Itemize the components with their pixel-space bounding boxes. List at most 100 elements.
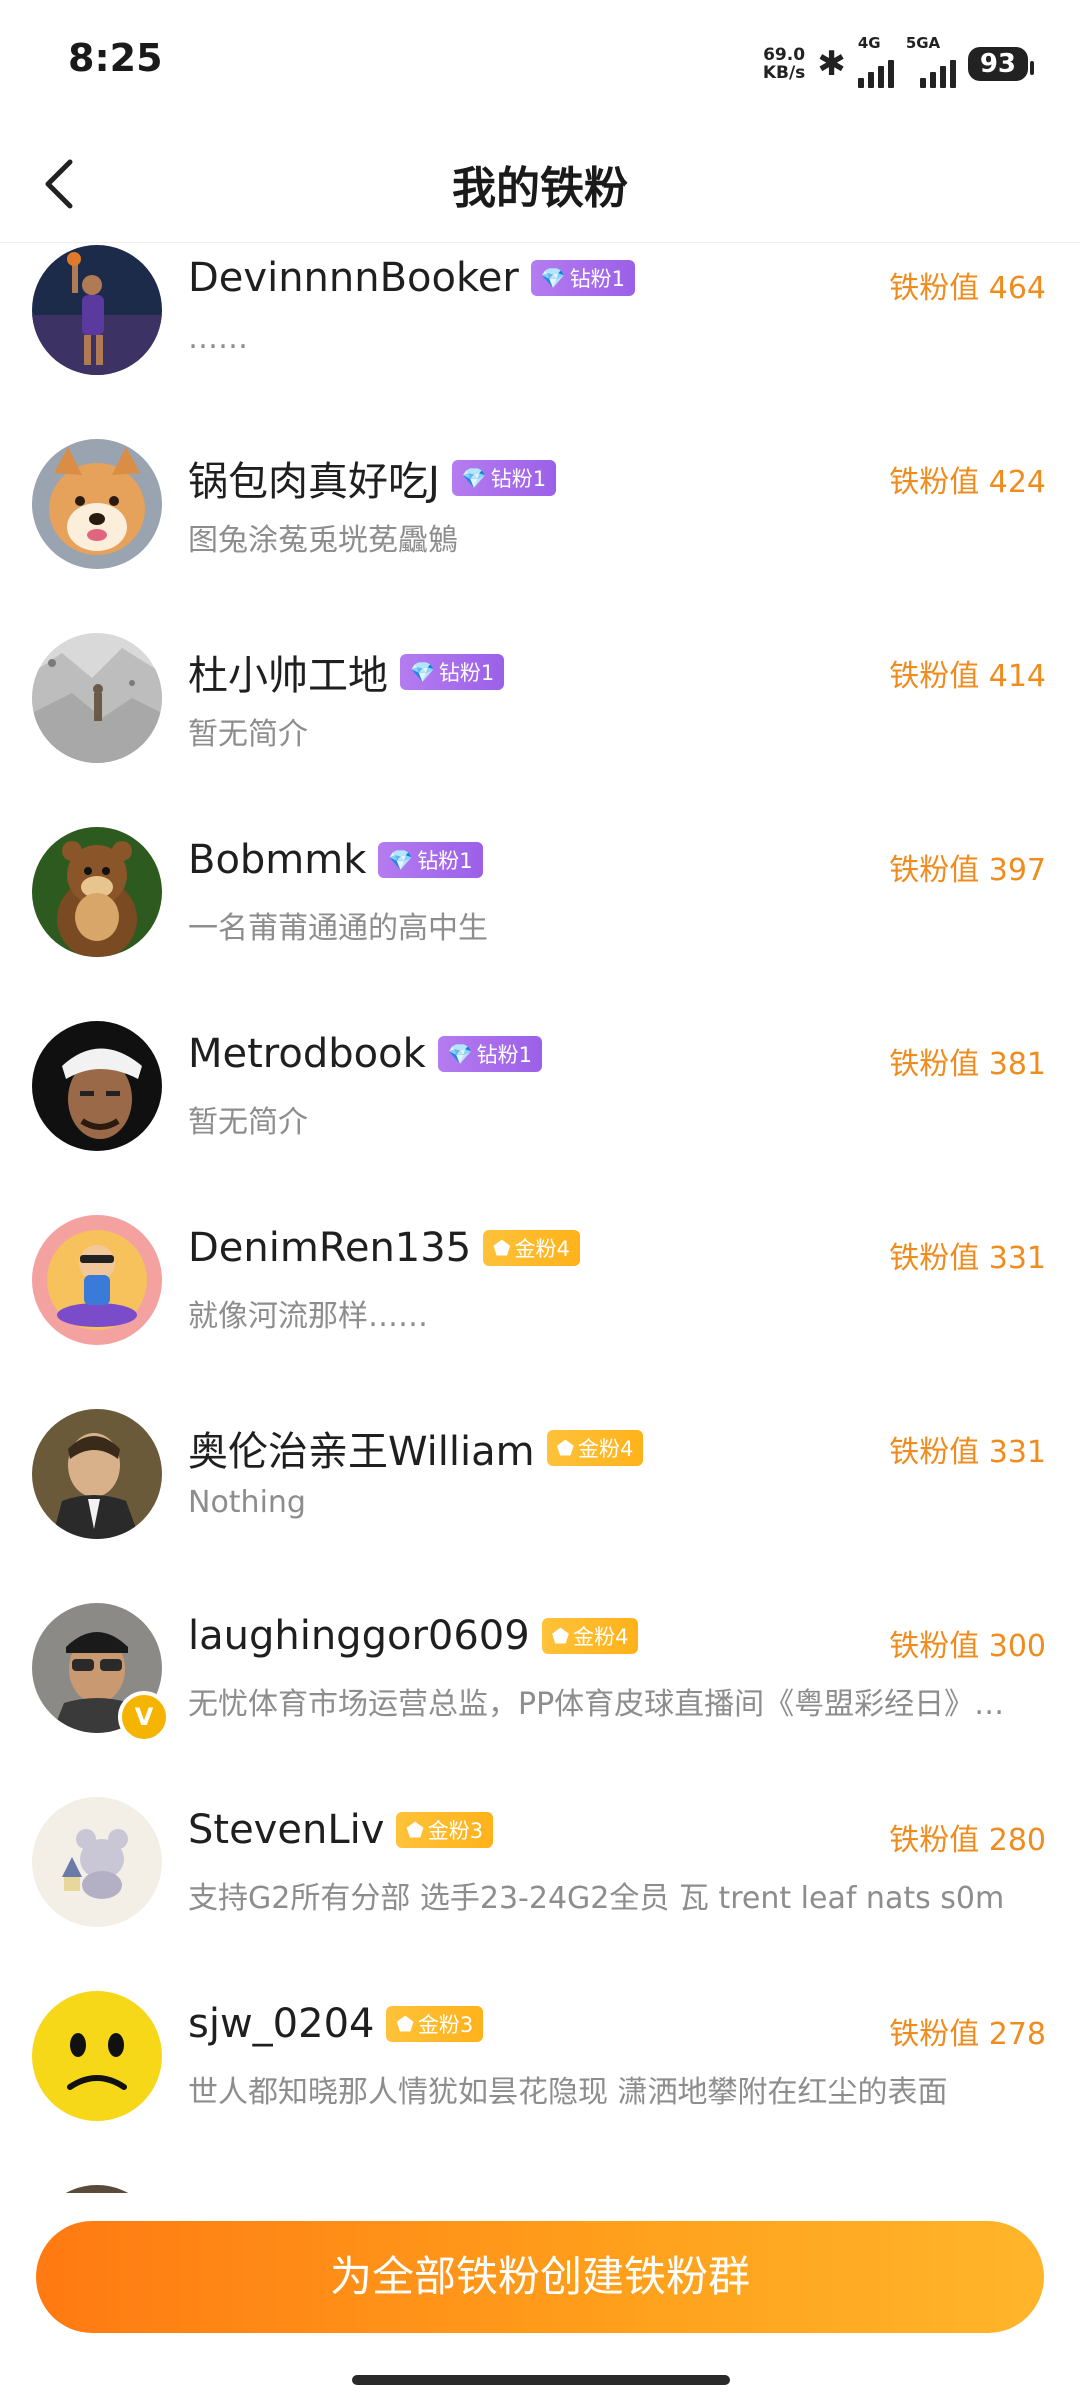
name-row: laughinggor0609 ⬟ 金粉4	[188, 1613, 639, 1659]
badge-label: 钻粉1	[569, 267, 626, 291]
fan-score: 铁粉值 331	[889, 1435, 1046, 1470]
badge-label: 钻粉1	[476, 1043, 533, 1067]
fan-item[interactable]: DevinnnnBooker 💎 钻粉1 …… 铁粉值 464	[0, 245, 1080, 439]
fan-bio: 一名莆莆通通的高中生	[188, 911, 488, 946]
name-row: Bobmmk 💎 钻粉1	[188, 837, 483, 883]
avatar[interactable]	[32, 1215, 162, 1345]
fan-name: laughinggor0609	[188, 1613, 530, 1659]
fan-item-partial[interactable]	[0, 2185, 1080, 2193]
signal-4g-icon: 4G	[857, 34, 894, 88]
avatar[interactable]	[32, 439, 162, 569]
fan-name: 锅包肉真好吃J	[188, 459, 440, 505]
status-bar: 8:25 69.0 KB/s ✱ 4G 5GA 93	[0, 0, 1080, 130]
fan-name: DevinnnnBooker	[188, 255, 519, 301]
badge-label: 钻粉1	[438, 661, 495, 685]
badge-label: 金粉3	[417, 2013, 474, 2037]
page-header: 我的铁粉	[0, 130, 1080, 243]
diamond-icon: 💎	[540, 266, 566, 290]
fan-bio: ……	[188, 321, 248, 356]
fan-bio: 图兔涂菟兎垙莬飍鵵	[188, 523, 458, 558]
create-fan-group-button[interactable]: 为全部铁粉创建铁粉群	[36, 2221, 1044, 2333]
name-row: StevenLiv ⬟ 金粉3	[188, 1807, 494, 1853]
fan-level-badge: 💎 钻粉1	[378, 842, 483, 878]
fan-item[interactable]: sjw_0204 ⬟ 金粉3 世人都知晓那人情犹如昙花隐现 潇洒地攀附在红尘的表…	[0, 1991, 1080, 2185]
avatar[interactable]	[32, 2185, 162, 2193]
network-speed-value: 69.0	[763, 45, 806, 65]
fan-item[interactable]: 杜小帅工地 💎 钻粉1 暂无简介 铁粉值 414	[0, 633, 1080, 827]
fan-name: Metrodbook	[188, 1031, 426, 1077]
avatar[interactable]	[32, 1991, 162, 2121]
avatar[interactable]	[32, 1409, 162, 1539]
diamond-icon: 💎	[461, 466, 487, 490]
fan-bio: 就像河流那样……	[188, 1299, 428, 1334]
fan-score: 铁粉值 280	[889, 1823, 1046, 1858]
avatar[interactable]	[32, 827, 162, 957]
badge-label: 金粉3	[427, 1819, 484, 1843]
fan-bio: 暂无简介	[188, 717, 308, 752]
fan-score: 铁粉值 414	[889, 659, 1046, 694]
fan-score: 铁粉值 278	[889, 2017, 1046, 2052]
name-row: sjw_0204 ⬟ 金粉3	[188, 2001, 484, 2047]
avatar[interactable]	[32, 1797, 162, 1927]
signal-4g-label: 4G	[857, 34, 881, 52]
fan-bio: 无忧体育市场运营总监，PP体育皮球直播间《粤盟彩经日》…	[188, 1687, 1005, 1722]
diamond-icon: 💎	[388, 848, 414, 872]
fan-item[interactable]: Bobmmk 💎 钻粉1 一名莆莆通通的高中生 铁粉值 397	[0, 827, 1080, 1021]
gold-gem-icon: ⬟	[551, 1624, 570, 1648]
badge-label: 金粉4	[514, 1237, 570, 1261]
fan-name: 奥伦治亲王William	[188, 1429, 535, 1475]
fan-level-badge: 💎 钻粉1	[451, 460, 557, 496]
name-row: DevinnnnBooker 💎 钻粉1	[188, 255, 636, 301]
fan-score: 铁粉值 300	[889, 1629, 1046, 1664]
fan-name: 杜小帅工地	[188, 653, 388, 699]
avatar[interactable]	[32, 1021, 162, 1151]
fan-item[interactable]: 锅包肉真好吃J 💎 钻粉1 图兔涂菟兎垙莬飍鵵 铁粉值 424	[0, 439, 1080, 633]
home-indicator[interactable]	[352, 2375, 730, 2385]
fan-bio: Nothing	[188, 1485, 306, 1520]
network-speed: 69.0 KB/s	[763, 46, 805, 82]
gold-gem-icon: ⬟	[493, 1236, 511, 1260]
fan-score: 铁粉值 381	[889, 1047, 1046, 1082]
fan-item[interactable]: StevenLiv ⬟ 金粉3 支持G2所有分部 选手23-24G2全员 瓦 t…	[0, 1797, 1080, 1991]
fan-list[interactable]: DevinnnnBooker 💎 钻粉1 …… 铁粉值 464 锅包肉真好吃J …	[0, 243, 1080, 2193]
fan-level-badge: ⬟ 金粉3	[386, 2006, 484, 2042]
fan-score: 铁粉值 331	[889, 1241, 1046, 1276]
signal-5ga-label: 5GA	[905, 34, 941, 52]
fan-name: StevenLiv	[188, 1807, 385, 1853]
diamond-icon: 💎	[410, 660, 435, 684]
fan-level-badge: ⬟ 金粉4	[541, 1618, 639, 1654]
name-row: 杜小帅工地 💎 钻粉1	[188, 643, 505, 701]
fan-score: 铁粉值 397	[889, 853, 1046, 888]
bluetooth-icon: ✱	[817, 44, 846, 84]
fan-name: Bobmmk	[188, 837, 367, 883]
fan-item[interactable]: Metrodbook 💎 钻粉1 暂无简介 铁粉值 381	[0, 1021, 1080, 1215]
fan-level-badge: ⬟ 金粉4	[546, 1430, 644, 1466]
fan-item[interactable]: V laughinggor0609 ⬟ 金粉4 无忧体育市场运营总监，PP体育皮…	[0, 1603, 1080, 1797]
fan-name: sjw_0204	[188, 2001, 375, 2047]
network-speed-unit: KB/s	[762, 63, 806, 83]
status-icons: 69.0 KB/s ✱ 4G 5GA 93	[763, 34, 1035, 88]
fan-item[interactable]: DenimRen135 ⬟ 金粉4 就像河流那样…… 铁粉值 331	[0, 1215, 1080, 1409]
diamond-icon: 💎	[447, 1042, 473, 1066]
badge-label: 钻粉1	[417, 849, 473, 873]
bottom-action-bar: 为全部铁粉创建铁粉群	[0, 2195, 1080, 2400]
fan-level-badge: ⬟ 金粉3	[396, 1812, 494, 1848]
gold-gem-icon: ⬟	[406, 1818, 424, 1842]
fan-level-badge: 💎 钻粉1	[400, 654, 505, 690]
avatar[interactable]	[32, 633, 162, 763]
fan-name: DenimRen135	[188, 1225, 472, 1271]
badge-label: 金粉4	[578, 1437, 634, 1461]
page-title: 我的铁粉	[452, 163, 628, 214]
fan-item[interactable]: 奥伦治亲王William ⬟ 金粉4 Nothing 铁粉值 331	[0, 1409, 1080, 1603]
badge-label: 钻粉1	[490, 467, 547, 491]
gold-gem-icon: ⬟	[556, 1436, 574, 1460]
gold-gem-icon: ⬟	[396, 2012, 414, 2036]
fan-bio: 支持G2所有分部 选手23-24G2全员 瓦 trent leaf nats s…	[188, 1881, 1005, 1916]
battery-indicator: 93	[967, 47, 1035, 81]
fan-level-badge: 💎 钻粉1	[530, 260, 636, 296]
name-row: Metrodbook 💎 钻粉1	[188, 1031, 543, 1077]
avatar[interactable]	[32, 245, 162, 375]
signal-5ga-icon: 5GA	[906, 34, 956, 88]
fan-score: 铁粉值 464	[889, 271, 1046, 306]
fan-score: 铁粉值 424	[889, 465, 1046, 500]
